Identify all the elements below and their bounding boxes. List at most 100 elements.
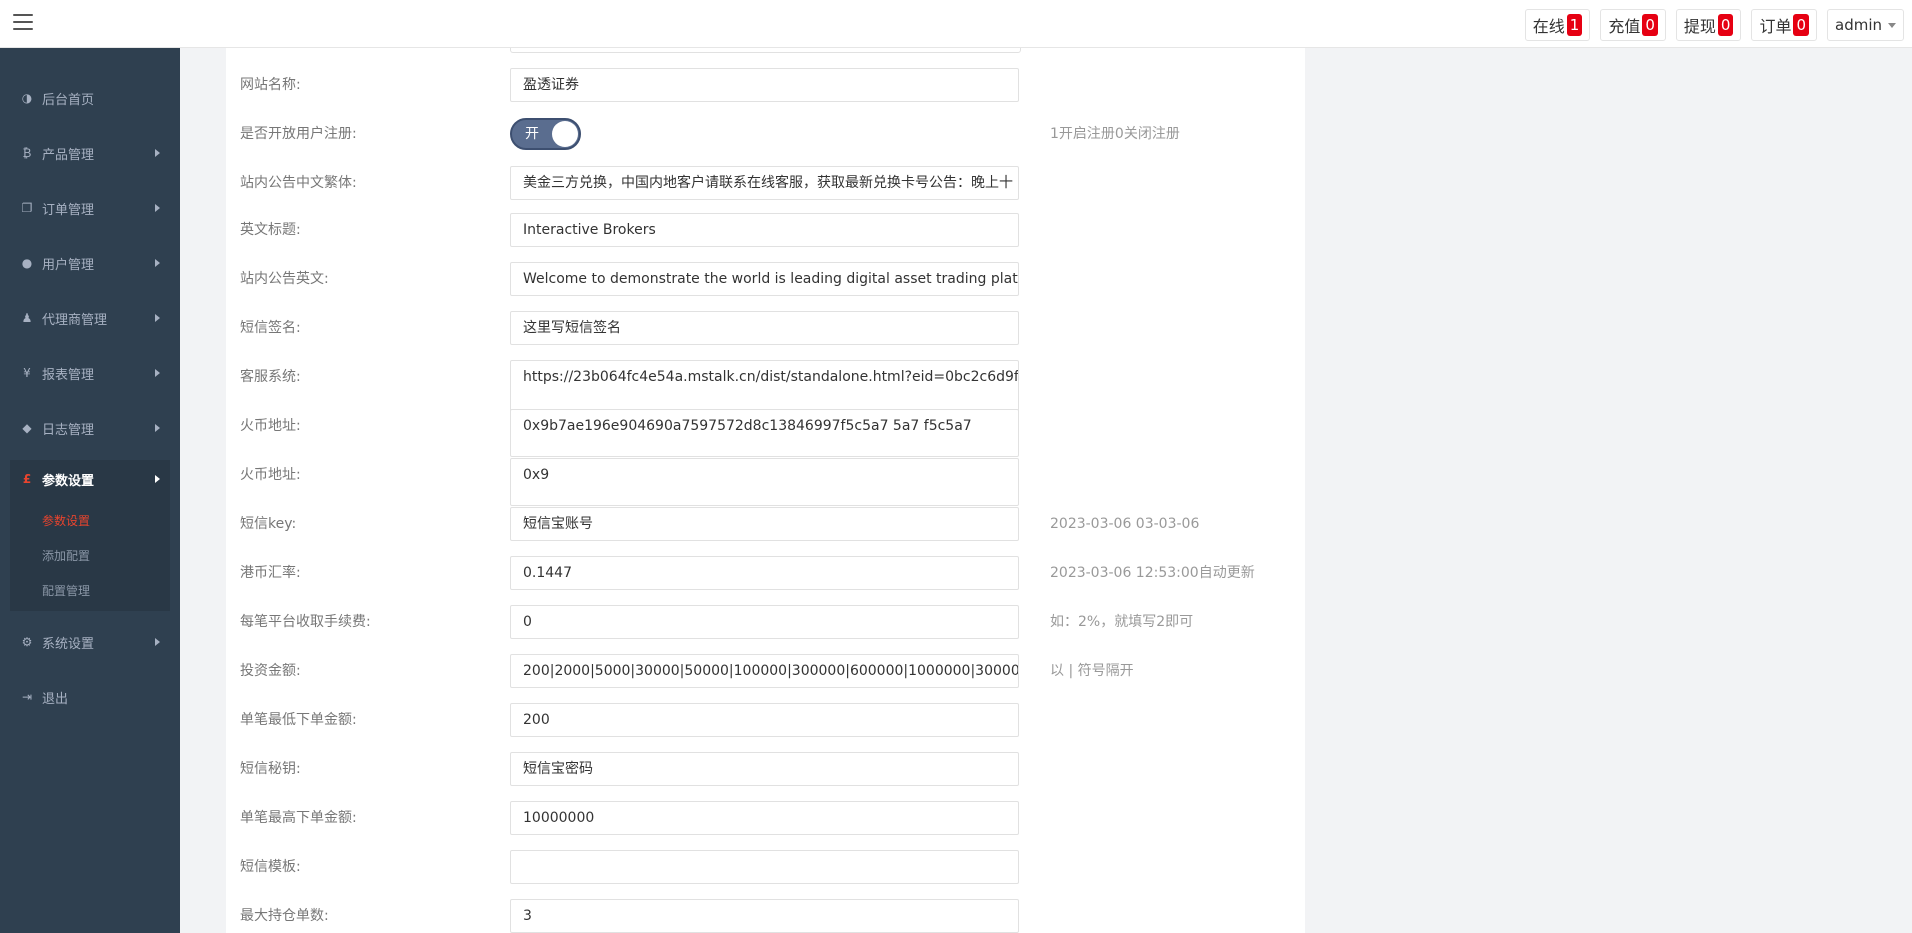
sms-sign-input[interactable]: 这里写短信签名: [510, 311, 1019, 345]
caret-right-icon: [155, 204, 160, 212]
en-title-input[interactable]: Interactive Brokers: [510, 213, 1019, 247]
sidebar-subitem-config-manage[interactable]: 配置管理: [42, 579, 90, 601]
form-row-site-name: 网站名称: 盈透证券: [240, 68, 1280, 102]
field-label: 火币地址:: [240, 418, 301, 434]
order-label: 订单: [1759, 17, 1792, 36]
field-label: 每笔平台收取手续费:: [240, 614, 371, 630]
online-count-button[interactable]: 在线 1: [1524, 9, 1591, 41]
huobi-address-input[interactable]: 0x9b7ae196e904690a7597572d8c13846997f5c5…: [510, 409, 1019, 457]
toggle-knob: [552, 121, 578, 147]
field-label: 英文标题:: [240, 222, 301, 238]
bitcoin-icon: ₿: [22, 146, 32, 160]
sidebar-item-system[interactable]: ⚙ 系统设置: [10, 625, 170, 659]
fee-input[interactable]: 0: [510, 605, 1019, 639]
min-order-input[interactable]: 200: [510, 703, 1019, 737]
field-label: 短信秘钥:: [240, 761, 301, 777]
yen-icon: ¥: [23, 366, 31, 380]
field-label: 港币汇率:: [240, 565, 301, 581]
caret-right-icon: [155, 369, 160, 377]
sidebar-item-reports[interactable]: ¥ 报表管理: [10, 356, 170, 390]
cogs-icon: ⚙: [21, 635, 33, 649]
form-row-notice-en: 站内公告英文: Welcome to demonstrate the world…: [240, 262, 1280, 296]
sidebar-item-label: 报表管理: [42, 367, 95, 383]
max-positions-input[interactable]: 3: [510, 899, 1019, 933]
form-row-sms-sign: 短信签名: 这里写短信签名: [240, 311, 1280, 345]
top-status-badges: 在线 1 充值 0 提现 0 订单 0 admin: [1524, 9, 1904, 41]
service-url-input[interactable]: https://23b064fc4e54a.mstalk.cn/dist/sta…: [510, 360, 1019, 414]
sidebar-subitem-add-config[interactable]: 添加配置: [42, 544, 90, 566]
sidebar-item-dashboard[interactable]: ◑ 后台首页: [10, 81, 170, 115]
sms-template-input[interactable]: [510, 850, 1019, 884]
sidebar-item-label: 日志管理: [42, 422, 95, 438]
sidebar-item-agents[interactable]: ♟ 代理商管理: [10, 301, 170, 335]
user-icon: ●: [21, 256, 33, 270]
field-hint: 2023-03-06 12:53:00自动更新: [1050, 565, 1255, 581]
field-hint: 1开启注册0关闭注册: [1050, 126, 1180, 142]
registration-toggle[interactable]: 开: [510, 118, 581, 150]
caret-right-icon: [155, 638, 160, 646]
menu-toggle-icon[interactable]: [13, 14, 33, 32]
field-label: 短信模板:: [240, 859, 301, 875]
form-row-invest-amounts: 投资金额: 200|2000|5000|30000|50000|100000|3…: [240, 654, 1280, 688]
admin-user-dropdown[interactable]: admin: [1827, 9, 1904, 41]
field-label: 火币地址:: [240, 467, 301, 483]
sidebar-item-label: 产品管理: [42, 147, 95, 163]
form-row-sms-secret: 短信秘钥: 短信宝密码: [240, 752, 1280, 786]
field-label: 单笔最低下单金额:: [240, 712, 357, 728]
withdraw-count-badge: 0: [1717, 14, 1734, 36]
caret-right-icon: [155, 149, 160, 157]
recharge-count-button[interactable]: 充值 0: [1600, 9, 1666, 41]
form-row-hkd-rate: 港币汇率: 0.1447 2023-03-06 12:53:00自动更新: [240, 556, 1280, 590]
admin-username: admin: [1835, 16, 1882, 34]
caret-right-icon: [155, 259, 160, 267]
field-label: 站内公告英文:: [240, 271, 329, 287]
caret-down-icon: [1888, 22, 1896, 28]
copy-icon: ❐: [21, 201, 33, 215]
caret-right-icon: [155, 475, 160, 483]
tags-icon: ◆: [22, 421, 32, 435]
sidebar-item-label: 后台首页: [42, 92, 95, 108]
sidebar-item-logs[interactable]: ◆ 日志管理: [10, 411, 170, 445]
sidebar-item-label: 退出: [42, 691, 69, 707]
sitemap-icon: ♟: [21, 311, 33, 325]
sidebar-item-label: 用户管理: [42, 257, 95, 273]
sidebar-item-users[interactable]: ● 用户管理: [10, 246, 170, 280]
sidebar-item-products[interactable]: ₿ 产品管理: [10, 136, 170, 170]
hkd-rate-input[interactable]: 0.1447: [510, 556, 1019, 590]
sidebar-item-params[interactable]: £ 参数设置: [10, 462, 170, 496]
field-label: 网站名称:: [240, 77, 301, 93]
online-count-badge: 1: [1566, 14, 1583, 36]
field-label: 站内公告中文繁体:: [240, 175, 357, 191]
field-label: 客服系统:: [240, 369, 301, 385]
sidebar-item-logout[interactable]: ⇥ 退出: [10, 680, 170, 714]
sidebar-item-orders[interactable]: ❐ 订单管理: [10, 191, 170, 225]
form-row-service: 客服系统: https://23b064fc4e54a.mstalk.cn/di…: [240, 360, 1280, 414]
withdraw-label: 提现: [1683, 17, 1716, 36]
order-count-button[interactable]: 订单 0: [1751, 9, 1817, 41]
field-label: 短信签名:: [240, 320, 301, 336]
field-label: 是否开放用户注册:: [240, 126, 357, 142]
sms-key-input[interactable]: 短信宝账号: [510, 507, 1019, 541]
top-navbar: 在线 1 充值 0 提现 0 订单 0 admin: [0, 0, 1912, 48]
sidebar-item-label: 参数设置: [42, 473, 95, 489]
gbp-icon: £: [22, 472, 32, 486]
withdraw-count-button[interactable]: 提现 0: [1675, 9, 1742, 41]
form-row-registration: 是否开放用户注册: 开 1开启注册0关闭注册: [240, 117, 1280, 151]
sidebar: ◑ 后台首页 ₿ 产品管理 ❐ 订单管理 ● 用户管理 ♟ 代理商管理 ¥ 报表…: [0, 48, 180, 933]
notice-cn-input[interactable]: 美金三方兑换，中国内地客户请联系在线客服，获取最新兑换卡号公告：晚上十: [510, 166, 1019, 200]
field-label: 最大持仓单数:: [240, 908, 329, 924]
sms-secret-input[interactable]: 短信宝密码: [510, 752, 1019, 786]
max-order-input[interactable]: 10000000: [510, 801, 1019, 835]
invest-amounts-input[interactable]: 200|2000|5000|30000|50000|100000|300000|…: [510, 654, 1019, 688]
sidebar-subitem-params[interactable]: 参数设置: [42, 509, 90, 531]
order-count-badge: 0: [1793, 14, 1809, 36]
form-row-en-title: 英文标题: Interactive Brokers: [240, 213, 1280, 247]
notice-en-input[interactable]: Welcome to demonstrate the world is lead…: [510, 262, 1019, 296]
form-row-max-order: 单笔最高下单金额: 10000000: [240, 801, 1280, 835]
form-row-huobi-address-1: 火币地址: 0x9b7ae196e904690a7597572d8c138469…: [240, 409, 1280, 457]
site-name-input[interactable]: 盈透证券: [510, 68, 1019, 102]
huobi-address-input[interactable]: 0x9: [510, 458, 1019, 506]
form-row-max-positions: 最大持仓单数: 3: [240, 899, 1280, 933]
field-label: 投资金额:: [240, 663, 301, 679]
field-hint: 以 | 符号隔开: [1050, 663, 1134, 679]
